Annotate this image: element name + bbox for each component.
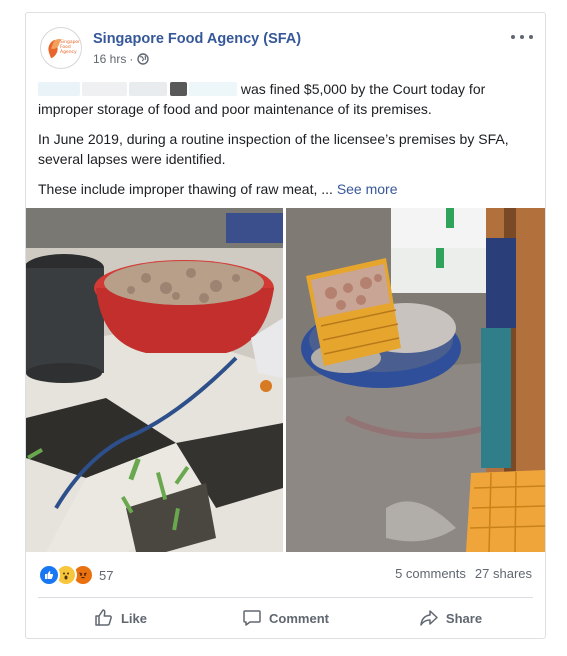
engagement-counts: 5 comments 27 shares bbox=[395, 566, 532, 581]
photo-red-basin[interactable] bbox=[26, 208, 283, 552]
action-bar: Like Comment Share bbox=[38, 601, 533, 635]
post-text: was fined $5,000 by the Court today for … bbox=[38, 79, 536, 209]
see-more-link[interactable]: See more bbox=[337, 181, 398, 197]
comment-button[interactable]: Comment bbox=[203, 601, 368, 635]
post-timestamp[interactable]: 16 hrs bbox=[93, 52, 126, 66]
photo-grid bbox=[26, 208, 545, 552]
shares-count-link[interactable]: 27 shares bbox=[475, 566, 532, 581]
comments-count-link[interactable]: 5 comments bbox=[395, 566, 466, 581]
post-meta: 16 hrs · bbox=[93, 52, 150, 66]
post-header: Singapore Food Agency Singapore Food Age… bbox=[40, 27, 533, 73]
photo-red-basin-image bbox=[26, 208, 283, 552]
logo-text: Singapore Food Agency bbox=[60, 40, 82, 55]
share-icon bbox=[420, 610, 438, 626]
comment-label: Comment bbox=[269, 610, 329, 626]
globe-icon[interactable] bbox=[137, 53, 150, 65]
post-card: Singapore Food Agency Singapore Food Age… bbox=[25, 12, 546, 639]
paragraph-3-text: These include improper thawing of raw me… bbox=[38, 181, 333, 197]
redacted-name bbox=[38, 82, 80, 96]
more-options-icon[interactable] bbox=[511, 27, 533, 47]
like-icon bbox=[95, 609, 112, 626]
like-reaction-icon bbox=[38, 564, 60, 586]
share-button[interactable]: Share bbox=[368, 601, 533, 635]
comment-icon bbox=[243, 610, 261, 626]
reactions-summary[interactable]: 57 bbox=[38, 564, 113, 586]
post-paragraph-3: These include improper thawing of raw me… bbox=[38, 179, 536, 199]
reaction-count: 57 bbox=[99, 567, 114, 583]
page-name-link[interactable]: Singapore Food Agency (SFA) bbox=[93, 31, 301, 47]
post-paragraph-2: In June 2019, during a routine inspectio… bbox=[38, 131, 509, 167]
avatar[interactable]: Singapore Food Agency bbox=[40, 27, 82, 69]
share-label: Share bbox=[445, 610, 483, 626]
like-label: Like bbox=[120, 610, 147, 626]
meta-separator: · bbox=[129, 52, 134, 66]
photo-yellow-crate[interactable] bbox=[286, 208, 545, 552]
photo-yellow-crate-image bbox=[286, 208, 545, 552]
divider bbox=[38, 597, 533, 598]
post-paragraph-1: was fined $5,000 by the Court today for … bbox=[38, 79, 536, 119]
like-button[interactable]: Like bbox=[38, 601, 203, 635]
